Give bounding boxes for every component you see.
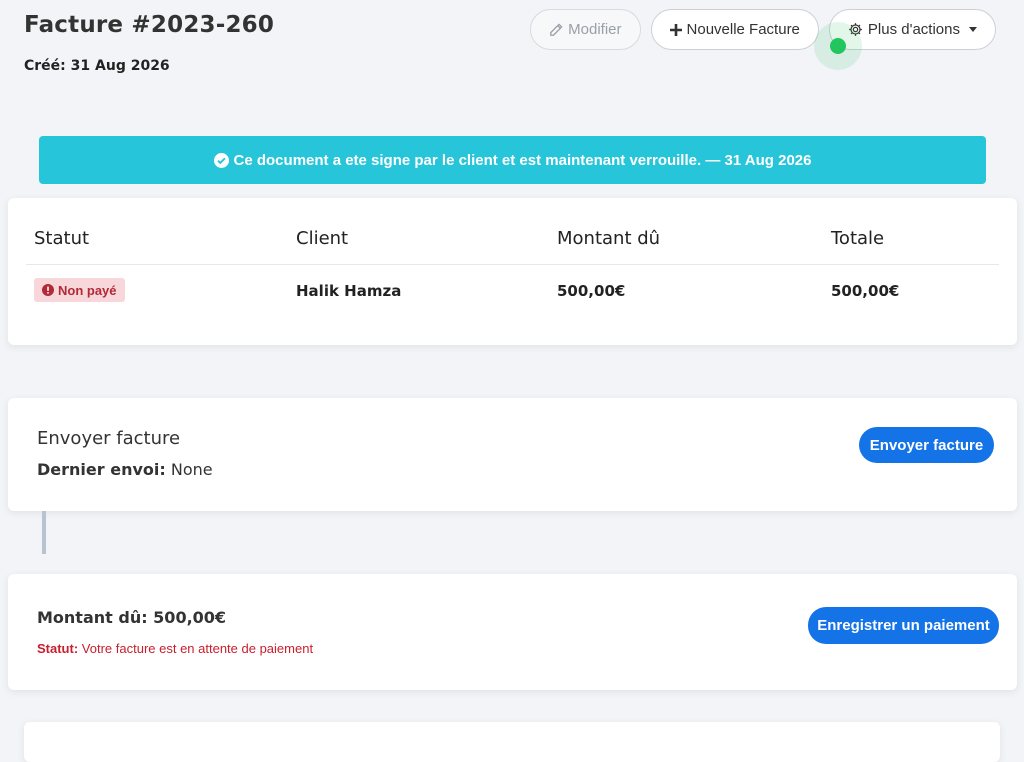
timeline-connector bbox=[42, 511, 46, 554]
payment-card: Montant dû: 500,00€ Statut: Votre factur… bbox=[8, 574, 1017, 690]
edit-button-label: Modifier bbox=[568, 21, 622, 38]
payment-status-text: Votre facture est en attente de paiement bbox=[81, 641, 314, 656]
page-title: Facture #2023-260 bbox=[24, 12, 275, 38]
page-header: Facture #2023-260 Créé: 31 Aug 2026 bbox=[24, 12, 274, 74]
exclamation-circle-icon bbox=[42, 284, 54, 296]
status-badge-label: Non payé bbox=[58, 282, 117, 298]
header-amount-due: Montant dû bbox=[557, 228, 661, 249]
cursor-indicator bbox=[830, 38, 846, 54]
summary-divider bbox=[26, 264, 999, 265]
send-invoice-card: Envoyer facture Dernier envoi: None Envo… bbox=[8, 398, 1017, 511]
created-label: Créé: bbox=[24, 58, 66, 74]
more-actions-label: Plus d'actions bbox=[867, 21, 960, 38]
invoice-summary-card: Statut Client Montant dû Totale Non payé… bbox=[8, 198, 1017, 345]
send-invoice-button[interactable]: Envoyer facture bbox=[859, 427, 994, 463]
total-value: 500,00€ bbox=[831, 282, 900, 300]
new-invoice-button[interactable]: Nouvelle Facture bbox=[650, 9, 819, 50]
record-payment-button[interactable]: Enregistrer un paiement bbox=[808, 607, 999, 644]
signed-alert: Ce document a ete signe par le client et… bbox=[39, 136, 986, 184]
payment-amount-due: Montant dû: 500,00€ bbox=[37, 608, 227, 627]
last-sent-value: None bbox=[170, 460, 213, 479]
client-name: Halik Hamza bbox=[296, 282, 402, 300]
status-badge: Non payé bbox=[34, 278, 125, 302]
send-invoice-title: Envoyer facture bbox=[37, 428, 181, 449]
next-card bbox=[24, 722, 1000, 762]
created-date: Créé: 31 Aug 2026 bbox=[24, 58, 274, 74]
created-value: 31 Aug 2026 bbox=[70, 58, 170, 74]
header-status: Statut bbox=[34, 228, 90, 249]
amount-due-value: 500,00€ bbox=[557, 282, 626, 300]
pencil-icon bbox=[549, 23, 563, 37]
plus-icon bbox=[669, 23, 682, 36]
last-sent-info: Dernier envoi: None bbox=[37, 460, 213, 479]
header-actions: Modifier Nouvelle Facture Plus d'actions bbox=[530, 9, 996, 50]
payment-status: Statut: Votre facture est en attente de … bbox=[37, 641, 313, 656]
chevron-down-icon bbox=[969, 27, 977, 32]
header-client: Client bbox=[296, 228, 349, 249]
last-sent-label: Dernier envoi: bbox=[37, 460, 166, 479]
payment-status-label: Statut: bbox=[37, 641, 79, 656]
alert-message: Ce document a ete signe par le client et… bbox=[233, 151, 812, 169]
edit-button[interactable]: Modifier bbox=[530, 9, 641, 50]
check-circle-icon bbox=[213, 152, 229, 168]
header-total: Totale bbox=[831, 228, 885, 249]
new-invoice-label: Nouvelle Facture bbox=[686, 21, 800, 38]
